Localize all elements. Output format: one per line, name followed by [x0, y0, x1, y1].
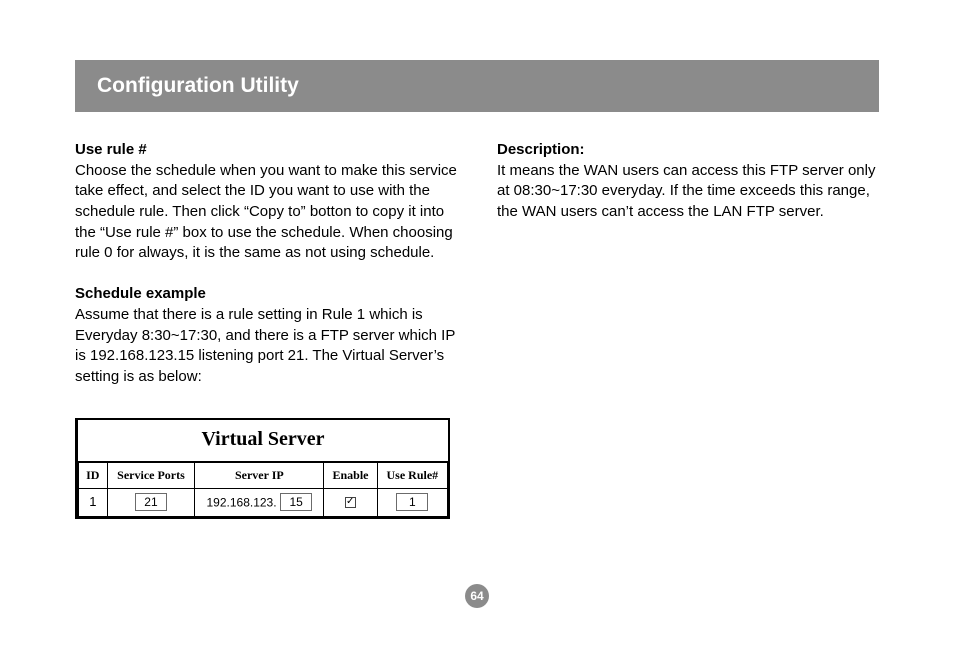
page-number-badge: 64 — [465, 584, 489, 608]
description-section: Description: It means the WAN users can … — [497, 140, 879, 223]
col-server-ip: Server IP — [195, 463, 324, 489]
service-ports-field[interactable]: 21 — [135, 493, 167, 511]
cell-enable — [324, 488, 377, 516]
col-enable: Enable — [324, 463, 377, 489]
schedule-example-heading: Schedule example — [75, 285, 206, 302]
content-columns: Use rule # Choose the schedule when you … — [75, 140, 879, 519]
use-rule-field[interactable]: 1 — [396, 493, 428, 511]
table-header-row: ID Service Ports Server IP Enable Use Ru… — [79, 463, 448, 489]
title-bar: Configuration Utility — [75, 60, 879, 112]
use-rule-heading: Use rule # — [75, 141, 147, 158]
cell-id: 1 — [79, 488, 108, 516]
cell-service-ports: 21 — [107, 488, 195, 516]
schedule-example-body: Assume that there is a rule setting in R… — [75, 306, 455, 385]
server-ip-suffix-field[interactable]: 15 — [280, 493, 312, 511]
virtual-server-table-wrap: Virtual Server ID Service Ports Server I… — [75, 418, 450, 519]
col-service-ports: Service Ports — [107, 463, 195, 489]
virtual-server-title: Virtual Server — [78, 420, 448, 463]
description-heading: Description: — [497, 141, 585, 158]
col-use-rule: Use Rule# — [377, 463, 447, 489]
description-body: It means the WAN users can access this F… — [497, 162, 875, 220]
col-id: ID — [79, 463, 108, 489]
cell-server-ip: 192.168.123. 15 — [195, 488, 324, 516]
virtual-server-table: ID Service Ports Server IP Enable Use Ru… — [78, 462, 448, 517]
right-column: Description: It means the WAN users can … — [497, 140, 879, 519]
cell-use-rule: 1 — [377, 488, 447, 516]
table-row: 1 21 192.168.123. 15 — [79, 488, 448, 516]
server-ip-prefix: 192.168.123. — [206, 495, 276, 509]
use-rule-section: Use rule # Choose the schedule when you … — [75, 140, 457, 264]
use-rule-body: Choose the schedule when you want to mak… — [75, 162, 457, 262]
enable-checkbox[interactable] — [345, 497, 356, 508]
page: Configuration Utility Use rule # Choose … — [0, 0, 954, 519]
virtual-server-box: Virtual Server ID Service Ports Server I… — [75, 418, 450, 519]
schedule-example-section: Schedule example Assume that there is a … — [75, 284, 457, 387]
page-title: Configuration Utility — [97, 74, 299, 97]
left-column: Use rule # Choose the schedule when you … — [75, 140, 457, 519]
page-number: 64 — [470, 589, 483, 603]
